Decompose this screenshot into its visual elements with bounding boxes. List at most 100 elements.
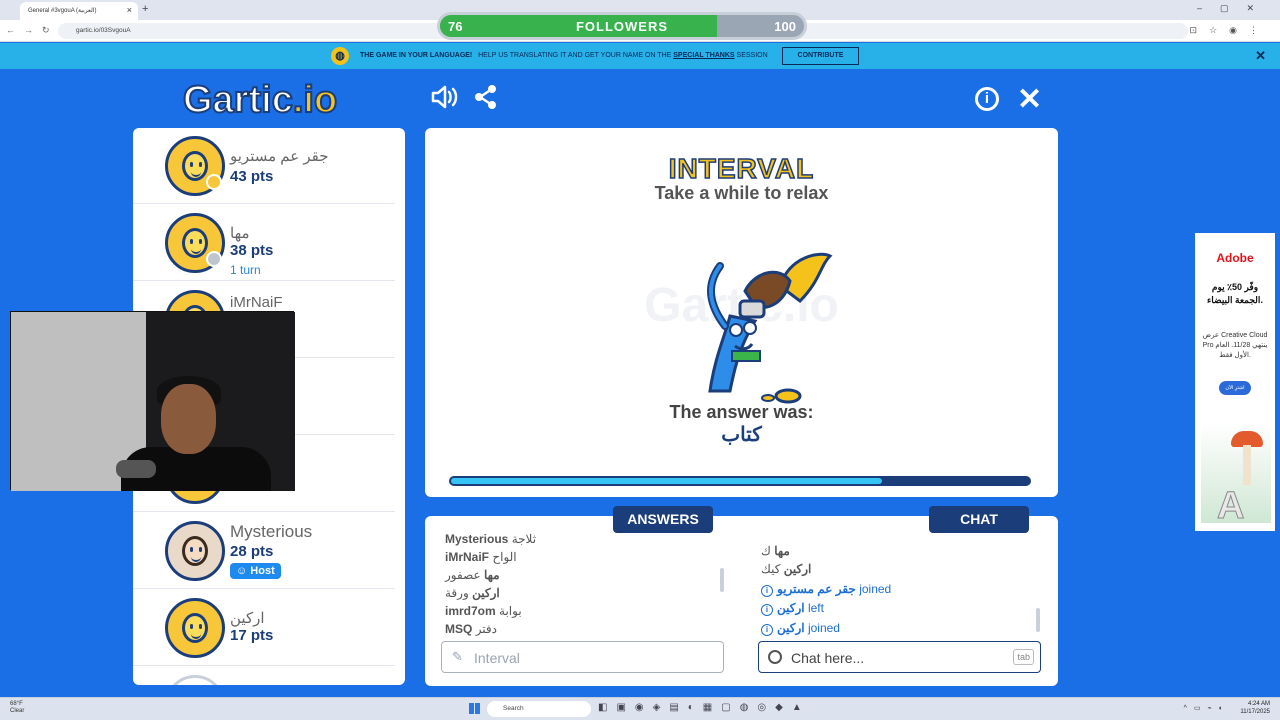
- adobe-ad[interactable]: Adobe وفّر 50٪ يوم الجمعة البيضاء. عرض C…: [1195, 233, 1275, 531]
- chat-system-event: i اركين left: [761, 601, 824, 616]
- status-title: INTERVAL: [668, 152, 815, 185]
- player-name: iMrNaiF: [230, 294, 283, 311]
- share-icon[interactable]: [474, 84, 498, 117]
- globe-icon: ◍: [331, 47, 349, 65]
- ad-body: عرض Creative Cloud Pro ينتهي 11/28. العا…: [1202, 332, 1268, 359]
- language-banner: ◍ THE GAME IN YOUR LANGUAGE! HELP US TRA…: [0, 43, 1280, 69]
- answer-input[interactable]: [474, 648, 714, 668]
- host-badge: ☺ Host: [230, 563, 281, 579]
- tab-title: General #3vgouA (العربية): [28, 8, 97, 14]
- banner-session: SESSION: [736, 52, 768, 59]
- sound-icon[interactable]: [430, 84, 458, 117]
- chat-bubble-icon: [768, 650, 782, 664]
- windows-taskbar: 68°F Clear Search ◧▣◉◈▤◐▦▢◍◎◆▲ ^▭⌁◐ 4:24 …: [0, 697, 1280, 720]
- extension-icons[interactable]: ⊡☆◉⋮: [1190, 25, 1270, 36]
- player-name: اركين: [230, 610, 265, 627]
- weather-widget[interactable]: 68°F Clear: [10, 701, 24, 715]
- round-timer-bar: [449, 476, 1031, 486]
- chat-system-event: i اركين joined: [761, 621, 840, 636]
- logo-suffix: .io: [292, 78, 338, 122]
- gartic-logo: Gartic.io: [182, 78, 338, 122]
- info-icon[interactable]: i: [975, 87, 999, 111]
- answer-input-box[interactable]: ✎: [441, 641, 724, 673]
- info-icon: i: [761, 624, 773, 636]
- special-thanks-link[interactable]: SPECIAL THANKS: [673, 52, 734, 59]
- host-label: Host: [250, 565, 275, 577]
- player-turn: 1 turn: [230, 263, 261, 277]
- answer-message: imrd7om بوابة: [445, 604, 522, 618]
- browser-tab[interactable]: General #3vgouA (العربية) ×: [20, 2, 138, 20]
- player-row[interactable]: Mysterious 28 pts ☺ Host: [133, 513, 395, 589]
- window-controls[interactable]: –▢✕: [1197, 3, 1272, 14]
- nav-buttons[interactable]: ←→↻: [6, 25, 59, 36]
- weather-temp: 68°F: [10, 701, 23, 707]
- status-dot: [206, 251, 222, 267]
- player-name: جقر عم مستريو: [230, 148, 329, 165]
- tab-close-icon[interactable]: ×: [127, 5, 132, 15]
- clock-date: 11/17/2025: [1240, 709, 1270, 715]
- info-icon: i: [761, 604, 773, 616]
- answer-message: مها عصفور: [445, 568, 500, 582]
- player-points: 28 pts: [230, 543, 274, 560]
- banner-text: THE GAME IN YOUR LANGUAGE! HELP US TRANS…: [360, 52, 768, 59]
- close-game-icon[interactable]: ✕: [1017, 82, 1042, 117]
- chat-tab[interactable]: CHAT: [929, 506, 1029, 533]
- banner-bold: THE GAME IN YOUR LANGUAGE!: [360, 52, 473, 59]
- chat-input[interactable]: [791, 648, 1001, 668]
- weather-desc: Clear: [10, 708, 25, 714]
- status-dot: [206, 174, 222, 190]
- chat-input-box[interactable]: tab: [758, 641, 1041, 673]
- chat-scrollbar[interactable]: [1036, 608, 1040, 632]
- taskbar-app-icons[interactable]: ◧▣◉◈▤◐▦▢◍◎◆▲: [598, 702, 811, 713]
- status-subtitle: Take a while to relax: [654, 183, 829, 203]
- ad-headline: وفّر 50٪ يوم الجمعة البيضاء.: [1207, 282, 1263, 305]
- player-points: 43 pts: [230, 168, 274, 185]
- logo-text: Gartic: [182, 78, 294, 122]
- adobe-logo-icon: A: [1216, 485, 1245, 528]
- player-points: 38 pts: [230, 242, 274, 259]
- timer-fill: [451, 478, 882, 484]
- avatar-placeholder: [165, 675, 225, 685]
- taskbar-search[interactable]: Search: [487, 701, 591, 717]
- player-row[interactable]: [133, 667, 395, 685]
- answer-message: iMrNaiF الواح: [445, 550, 517, 564]
- ad-brand: Adobe: [1216, 251, 1254, 265]
- answers-tab[interactable]: ANSWERS: [613, 506, 713, 533]
- clock-time: 4:24 AM: [1247, 701, 1270, 707]
- banner-close-icon[interactable]: ✕: [1255, 48, 1266, 64]
- answer-message: Mysterious ثلاجة: [445, 532, 537, 546]
- player-row[interactable]: مها 38 pts 1 turn: [133, 205, 395, 281]
- new-tab-icon[interactable]: +: [142, 3, 148, 15]
- followers-progress: 76 FOLLOWERS 100: [437, 12, 807, 40]
- answer-message: اركين ورقة: [445, 586, 500, 600]
- system-tray[interactable]: ^▭⌁◐: [1184, 704, 1230, 712]
- tab-key-hint: tab: [1013, 649, 1034, 665]
- paintbrush-mascot-icon: [706, 252, 833, 404]
- chat-system-event: i جقر عم مستريو joined: [761, 582, 891, 597]
- webcam-overlay: [10, 311, 295, 491]
- player-row[interactable]: اركين 17 pts: [133, 590, 395, 666]
- taskbar-clock[interactable]: 4:24 AM 11/17/2025: [1240, 700, 1270, 716]
- pencil-icon: ✎: [452, 649, 463, 664]
- banner-body: HELP US TRANSLATING IT AND GET YOUR NAME…: [478, 52, 672, 59]
- answer-label: The answer was:: [669, 402, 814, 422]
- player-points: 17 pts: [230, 627, 274, 644]
- avatar: [165, 521, 225, 581]
- chat-message: اركين كيك: [761, 562, 812, 576]
- answer-message: MSQ دفتر: [445, 622, 498, 636]
- windows-start-icon[interactable]: [469, 703, 480, 714]
- player-row[interactable]: جقر عم مستريو 43 pts: [133, 128, 395, 204]
- player-name: مها: [230, 225, 250, 242]
- info-icon: i: [761, 585, 773, 597]
- ad-cta-button[interactable]: اشترِ الآن: [1219, 381, 1251, 395]
- player-name: Mysterious: [230, 522, 313, 541]
- followers-label: FOLLOWERS: [575, 19, 669, 34]
- followers-goal: 100: [774, 19, 796, 34]
- contribute-button[interactable]: CONTRIBUTE: [782, 47, 859, 65]
- game-board: INTERVAL Take a while to relax Gartic.io…: [425, 128, 1058, 497]
- avatar: [165, 598, 225, 658]
- chat-message: مها ك: [761, 544, 790, 558]
- answers-scrollbar[interactable]: [720, 568, 724, 592]
- answer-word: كتاب: [721, 424, 762, 446]
- answers-chat-panel: ANSWERS CHAT Mysterious ثلاجة iMrNaiF ال…: [425, 506, 1058, 686]
